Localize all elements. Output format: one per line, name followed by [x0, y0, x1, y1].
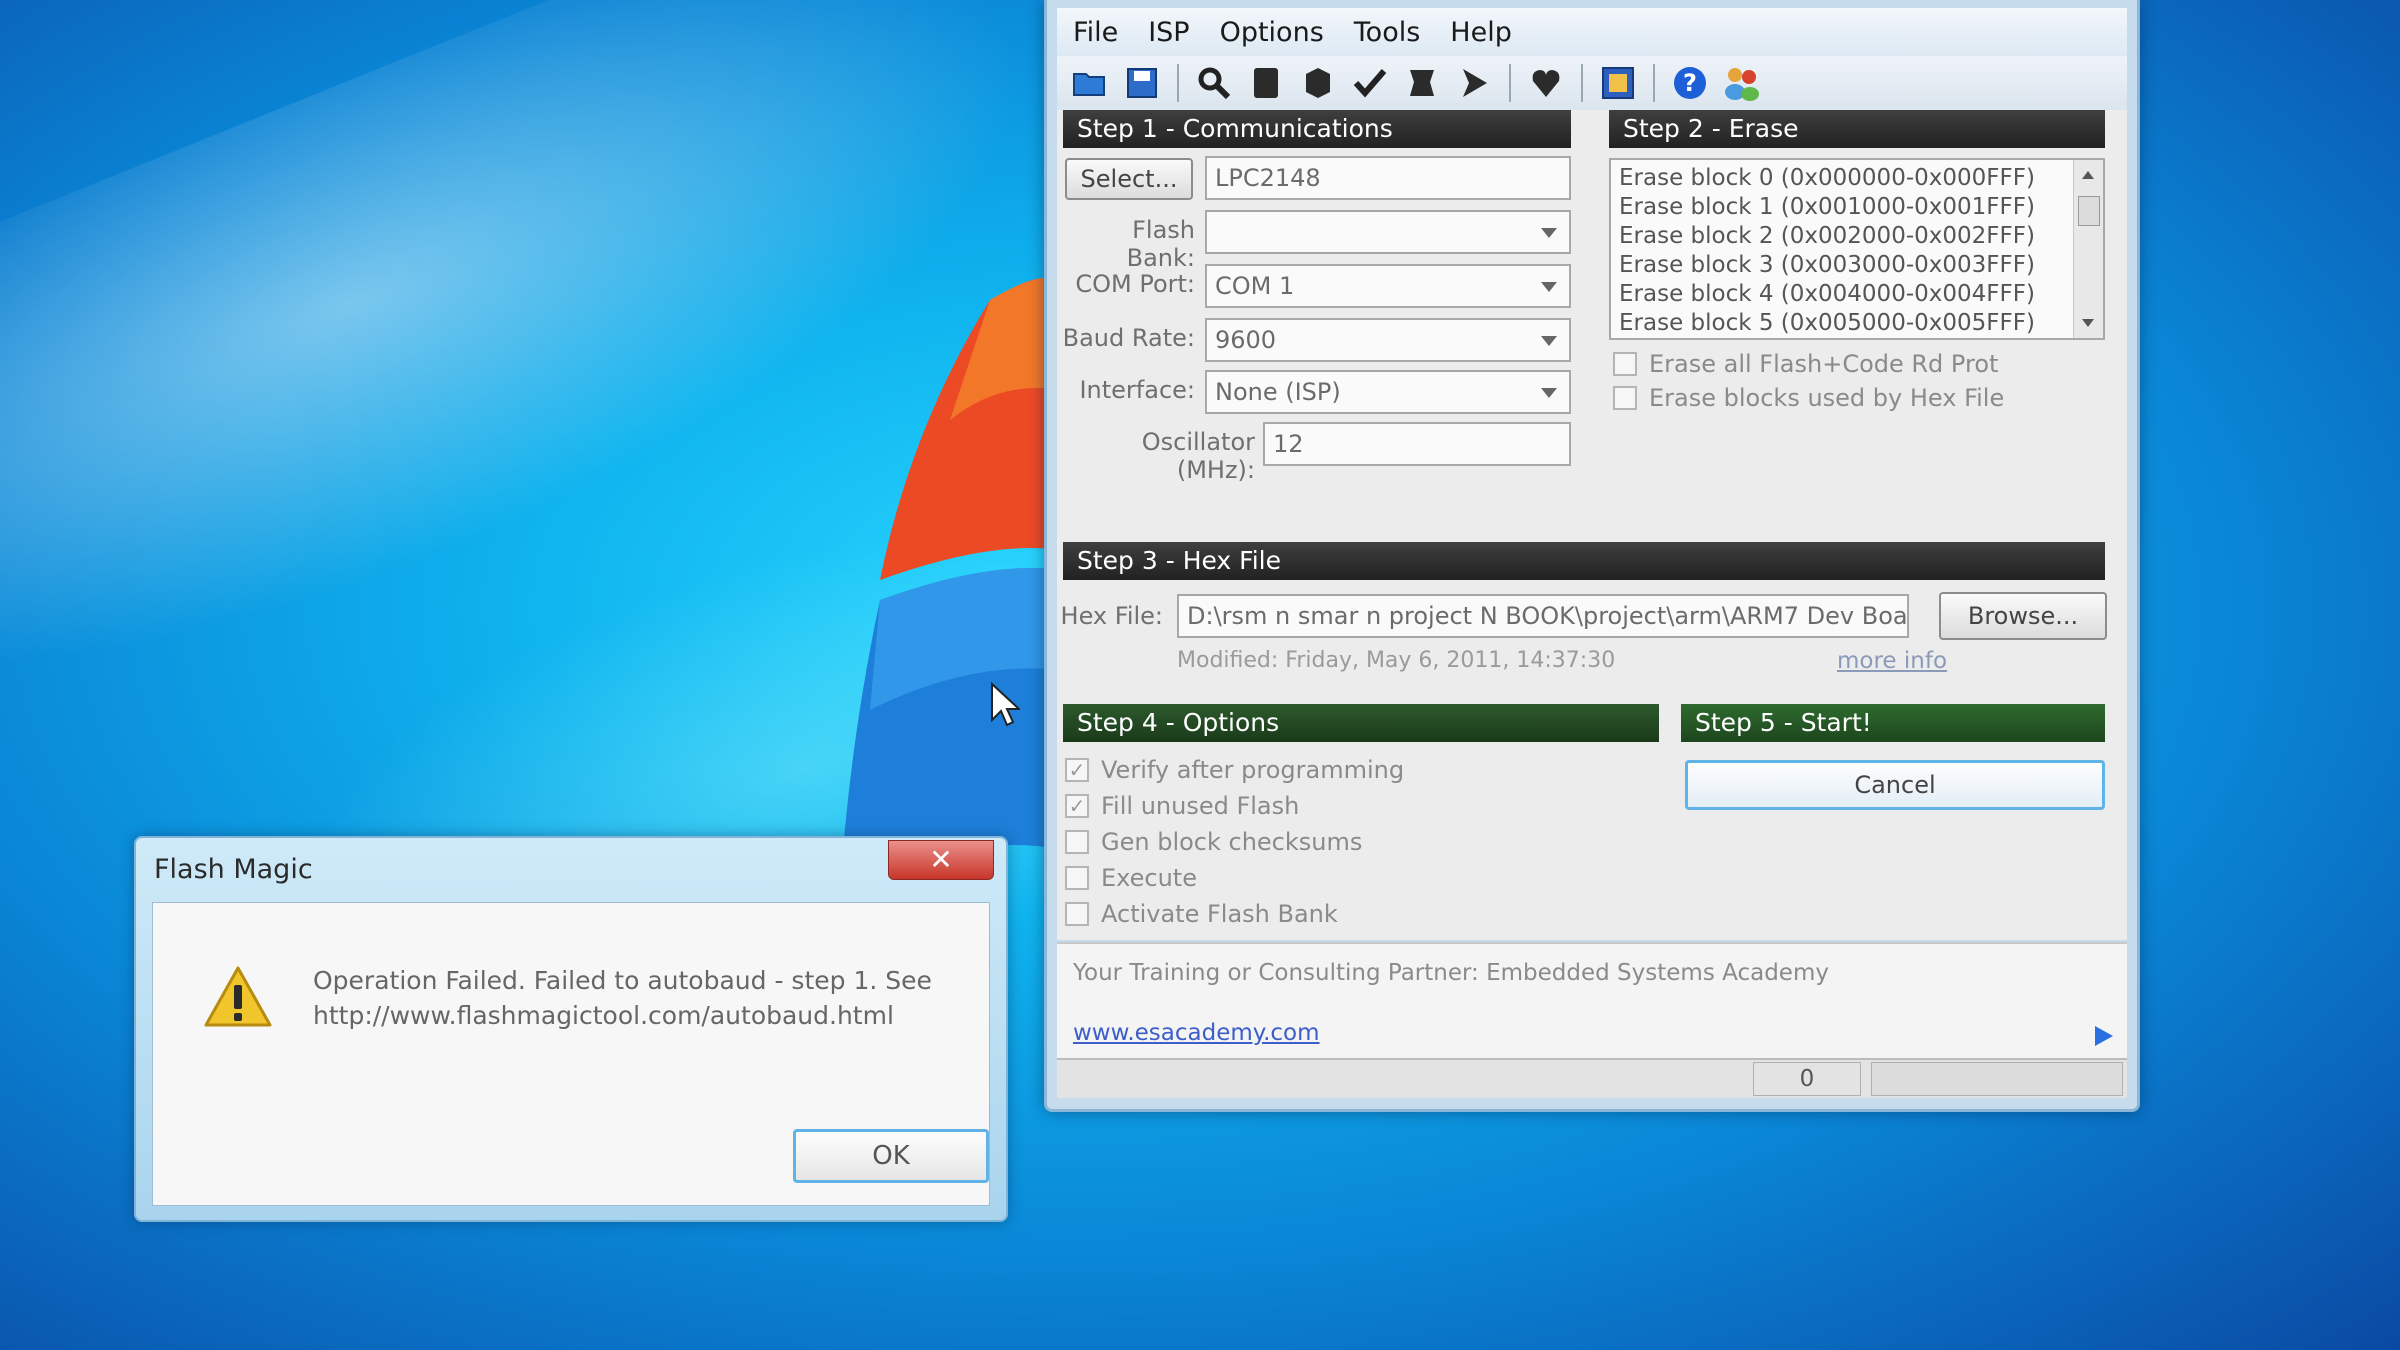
gen-checksums-label: Gen block checksums: [1101, 828, 1363, 856]
warning-icon: [204, 966, 272, 1027]
dialog-title: Flash Magic: [154, 854, 313, 885]
erase-all-checkbox[interactable]: [1613, 352, 1637, 376]
fill-unused-checkbox[interactable]: ✓: [1065, 794, 1089, 818]
menu-file[interactable]: File: [1073, 17, 1118, 48]
step3-header: Step 3 - Hex File: [1063, 542, 2105, 580]
toolbar: ?: [1057, 56, 2127, 110]
blank-check-icon[interactable]: [1297, 62, 1339, 104]
verify-icon[interactable]: [1349, 62, 1391, 104]
program-icon[interactable]: [1401, 62, 1443, 104]
flash-magic-main-window: File ISP Options Tools Help ? Step 1 - C…: [1044, 0, 2140, 1112]
oscillator-field[interactable]: 12: [1263, 422, 1571, 466]
dump-icon[interactable]: [1597, 62, 1639, 104]
ok-button[interactable]: OK: [793, 1129, 989, 1183]
erase-all-option[interactable]: Erase all Flash+Code Rd Prot: [1613, 350, 1998, 378]
erase-icon[interactable]: [1245, 62, 1287, 104]
menu-bar: File ISP Options Tools Help: [1057, 8, 2127, 56]
dialog-message-line2: http://www.flashmagictool.com/autobaud.h…: [313, 1001, 894, 1030]
list-item[interactable]: Erase block 4 (0x004000-0x004FFF): [1611, 280, 2103, 309]
error-dialog: Flash Magic ✕ Operation Failed. Failed t…: [134, 836, 1008, 1222]
com-port-select[interactable]: COM 1: [1205, 264, 1571, 308]
toolbar-separator: [1177, 64, 1179, 102]
select-device-button[interactable]: Select...: [1065, 158, 1193, 200]
cancel-button[interactable]: Cancel: [1685, 760, 2105, 810]
esacademy-link[interactable]: www.esacademy.com: [1073, 1020, 1320, 1046]
save-icon[interactable]: [1121, 62, 1163, 104]
search-icon[interactable]: [1193, 62, 1235, 104]
main-client-area: Step 1 - Communications Select... LPC214…: [1057, 110, 2127, 940]
toolbar-separator: [1581, 64, 1583, 102]
hex-file-field[interactable]: D:\rsm n smar n project N BOOK\project\a…: [1177, 594, 1909, 638]
verify-checkbox[interactable]: ✓: [1065, 758, 1089, 782]
scroll-down-icon[interactable]: [2081, 318, 2095, 328]
scroll-thumb[interactable]: [2078, 196, 2100, 226]
baud-rate-select[interactable]: 9600: [1205, 318, 1571, 362]
dialog-message-line1: Operation Failed. Failed to autobaud - s…: [313, 966, 932, 995]
execute-checkbox[interactable]: [1065, 866, 1089, 890]
menu-isp[interactable]: ISP: [1148, 17, 1189, 48]
step4-header: Step 4 - Options: [1063, 704, 1659, 742]
dialog-body: Operation Failed. Failed to autobaud - s…: [152, 902, 990, 1206]
interface-select[interactable]: None (ISP): [1205, 370, 1571, 414]
help-icon[interactable]: ?: [1669, 62, 1711, 104]
list-item[interactable]: Erase block 5 (0x005000-0x005FFF): [1611, 309, 2103, 338]
status-counter: 0: [1753, 1062, 1861, 1096]
step1-header: Step 1 - Communications: [1063, 110, 1571, 148]
scroll-up-icon[interactable]: [2081, 170, 2095, 180]
security-icon[interactable]: [1525, 62, 1567, 104]
option-gen-checksums[interactable]: Gen block checksums: [1065, 828, 1362, 856]
partner-text: Your Training or Consulting Partner: Emb…: [1073, 960, 1829, 986]
erase-block-list[interactable]: Erase block 0 (0x000000-0x000FFF) Erase …: [1609, 158, 2105, 340]
modified-text: Modified: Friday, May 6, 2011, 14:37:30: [1177, 648, 1616, 673]
activate-bank-checkbox[interactable]: [1065, 902, 1089, 926]
oscillator-label: Oscillator (MHz):: [1141, 428, 1255, 484]
fill-unused-label: Fill unused Flash: [1101, 792, 1300, 820]
browse-button[interactable]: Browse...: [1939, 592, 2107, 640]
status-bar: 0: [1057, 1058, 2127, 1098]
option-verify[interactable]: ✓ Verify after programming: [1065, 756, 1404, 784]
menu-help[interactable]: Help: [1450, 17, 1512, 48]
gen-checksums-checkbox[interactable]: [1065, 830, 1089, 854]
verify-label: Verify after programming: [1101, 756, 1405, 784]
list-item[interactable]: Erase block 2 (0x002000-0x002FFF): [1611, 222, 2103, 251]
people-icon[interactable]: [1721, 62, 1763, 104]
flash-bank-select[interactable]: [1205, 210, 1571, 254]
menu-tools[interactable]: Tools: [1354, 17, 1421, 48]
windows-logo-icon: [840, 277, 1060, 890]
menu-options[interactable]: Options: [1220, 17, 1324, 48]
baud-rate-label: Baud Rate:: [1062, 324, 1195, 352]
hex-file-label: Hex File:: [1060, 602, 1163, 630]
list-item[interactable]: Erase block 3 (0x003000-0x003FFF): [1611, 251, 2103, 280]
option-fill-unused[interactable]: ✓ Fill unused Flash: [1065, 792, 1299, 820]
close-icon[interactable]: ✕: [888, 840, 994, 880]
erase-used-checkbox[interactable]: [1613, 386, 1637, 410]
list-item[interactable]: Erase block 0 (0x000000-0x000FFF): [1611, 164, 2103, 193]
open-icon[interactable]: [1069, 62, 1111, 104]
mouse-cursor-icon: [991, 682, 1020, 727]
step2-header: Step 2 - Erase: [1609, 110, 2105, 148]
flash-bank-label: Flash Bank:: [1126, 216, 1195, 272]
footer-area: Your Training or Consulting Partner: Emb…: [1057, 942, 2127, 1058]
erase-all-label: Erase all Flash+Code Rd Prot: [1649, 350, 1999, 378]
option-activate-bank[interactable]: Activate Flash Bank: [1065, 900, 1338, 928]
execute-label: Execute: [1101, 864, 1197, 892]
more-info-link[interactable]: more info: [1837, 648, 1947, 674]
dialog-message: Operation Failed. Failed to autobaud - s…: [313, 963, 932, 1033]
device-field[interactable]: LPC2148: [1205, 156, 1571, 200]
com-port-label: COM Port:: [1075, 270, 1195, 298]
activate-bank-label: Activate Flash Bank: [1101, 900, 1338, 928]
progress-bar: [1871, 1062, 2123, 1096]
erase-used-label: Erase blocks used by Hex File: [1649, 384, 2005, 412]
step5-header: Step 5 - Start!: [1681, 704, 2105, 742]
erase-used-option[interactable]: Erase blocks used by Hex File: [1613, 384, 2004, 412]
run-icon[interactable]: [1453, 62, 1495, 104]
option-execute[interactable]: Execute: [1065, 864, 1197, 892]
interface-label: Interface:: [1079, 376, 1195, 404]
toolbar-separator: [1509, 64, 1511, 102]
play-arrow-icon[interactable]: [2093, 1024, 2115, 1048]
list-item[interactable]: Erase block 1 (0x001000-0x001FFF): [1611, 193, 2103, 222]
toolbar-separator: [1653, 64, 1655, 102]
svg-text:?: ?: [1683, 69, 1697, 97]
erase-list-scrollbar[interactable]: [2073, 160, 2103, 338]
